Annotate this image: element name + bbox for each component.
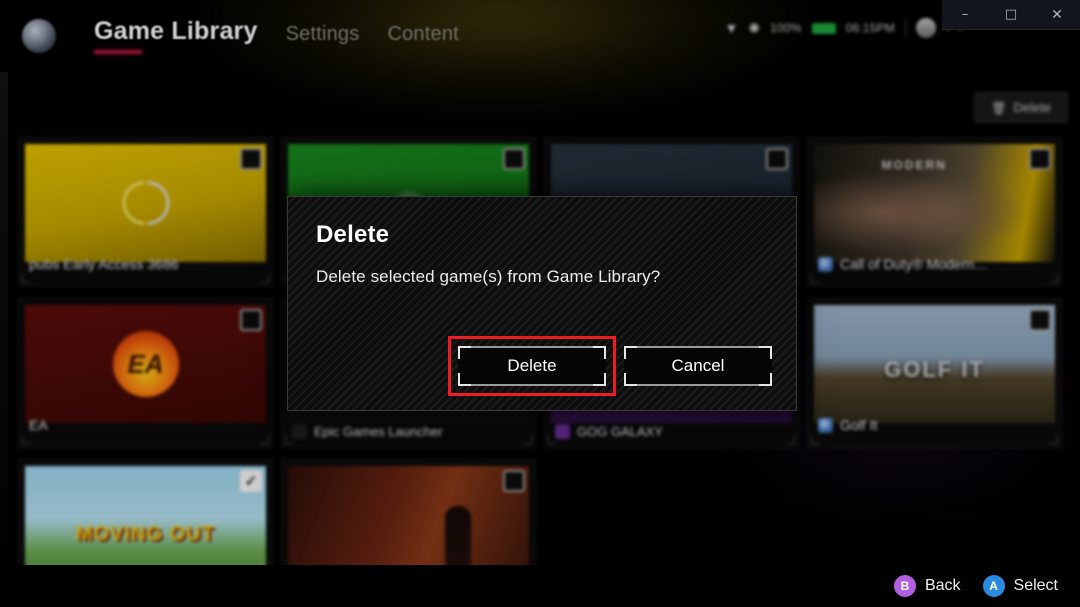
hint-select[interactable]: A Select (982, 575, 1058, 597)
dialog-delete-label: Delete (507, 356, 557, 375)
button-a-icon: A (982, 575, 1005, 597)
cancel-button-wrapper: Cancel (624, 346, 772, 386)
button-edge-top (637, 346, 759, 348)
hint-select-label: Select (1013, 577, 1058, 594)
app-window: Game Library Settings Content ▼ ✺ 100% 0… (0, 0, 1080, 607)
dialog-delete-button[interactable]: Delete (458, 346, 606, 386)
hint-back[interactable]: B Back (893, 575, 961, 597)
focus-corner-bottom-left (458, 373, 471, 386)
dialog-message: Delete selected game(s) from Game Librar… (316, 267, 661, 286)
confirm-button-wrapper: Delete (448, 336, 616, 396)
dialog-cancel-label: Cancel (671, 356, 725, 375)
focus-corner-top-right (593, 346, 606, 359)
button-edge-bottom (471, 384, 593, 386)
dialog-title: Delete (316, 221, 390, 248)
focus-corner-top-left (458, 346, 471, 359)
focus-corner-bottom-right (593, 373, 606, 386)
focus-corner-top-right (759, 346, 772, 359)
dialog-actions: Delete Cancel (448, 336, 772, 396)
delete-confirmation-dialog: Delete Delete selected game(s) from Game… (287, 196, 797, 411)
button-edge-bottom (637, 384, 759, 386)
button-b-icon: B (893, 575, 916, 597)
hint-back-label: Back (924, 577, 961, 594)
button-edge-top (471, 346, 593, 348)
focus-corner-bottom-right (759, 373, 772, 386)
dialog-cancel-button[interactable]: Cancel (624, 346, 772, 386)
focus-corner-bottom-left (624, 373, 637, 386)
gamepad-hint-bar: B Back A Select (0, 565, 1080, 607)
focus-corner-top-left (624, 346, 637, 359)
